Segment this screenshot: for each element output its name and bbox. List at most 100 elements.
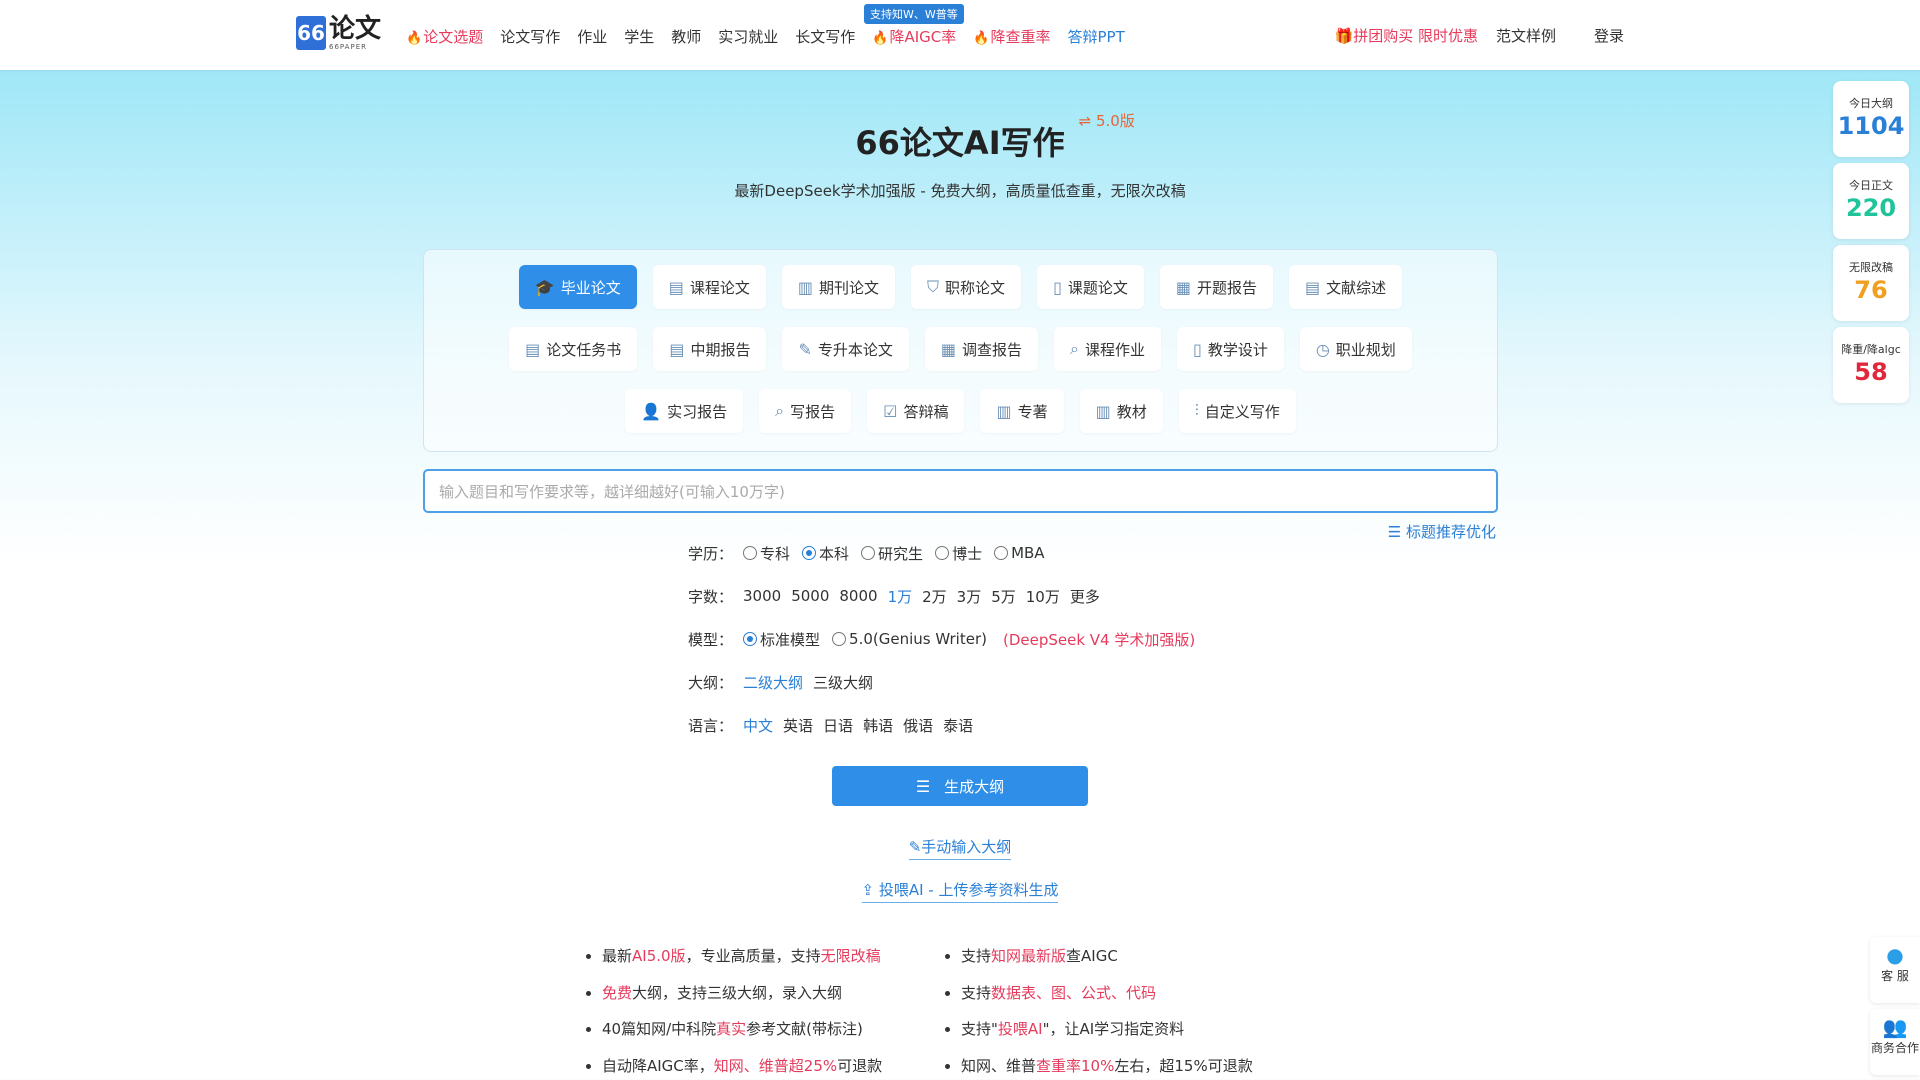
nav-item-9[interactable]: 答辩PPT xyxy=(1067,26,1124,47)
paper-type-button[interactable]: ▤ 论文任务书 xyxy=(509,327,638,371)
floating-buttons: ● 客 服 👥 商务合作 xyxy=(1870,937,1920,1080)
radio-option[interactable]: 本科 xyxy=(802,543,849,564)
nav-item-2[interactable]: 作业 xyxy=(577,26,607,47)
paper-type-button[interactable]: 🎓 毕业论文 xyxy=(518,265,637,309)
paper-type-button[interactable]: ▦ 开题报告 xyxy=(1159,265,1274,309)
flame-icon: 🔥 xyxy=(406,30,423,46)
clipboard-icon: ▤ xyxy=(525,339,541,359)
stat-label: 今日正文 xyxy=(1849,179,1893,192)
paper-type-row: 👤 实习报告 ⌕ 写报告 ☑ 答辩稿 ▥ 专著 ▥ 教材 ⫶ 自定义写作 xyxy=(424,389,1497,433)
page-subtitle: 最新DeepSeek学术加强版 - 免费大纲，高质量低查重，无限次改稿 xyxy=(734,182,1186,200)
paper-type-button[interactable]: ✎ 专升本论文 xyxy=(782,327,909,371)
radio-option[interactable]: 标准模型 xyxy=(743,629,820,650)
nav-item-5[interactable]: 实习就业 xyxy=(718,26,778,47)
stat-card: 降重/降algc 58 xyxy=(1833,327,1909,403)
nav-item-label: 长文写作 xyxy=(795,27,856,46)
paper-type-button[interactable]: ⌕ 课程作业 xyxy=(1054,327,1161,371)
paper-type-button[interactable]: ▤ 文献综述 xyxy=(1289,265,1403,309)
option-chip[interactable]: 二级大纲 xyxy=(743,672,803,693)
bookmark-icon: ▯ xyxy=(1193,339,1202,359)
checklist-icon: ☑ xyxy=(883,401,898,421)
graduation-cap-icon: 🎓 xyxy=(534,277,555,297)
paper-type-button[interactable]: ▥ 专著 xyxy=(980,389,1064,433)
paper-type-button[interactable]: ▯ 课题论文 xyxy=(1037,265,1144,309)
paper-type-label: 课程论文 xyxy=(689,278,750,297)
option-chip[interactable]: 5万 xyxy=(991,586,1016,607)
topic-input[interactable] xyxy=(439,481,1482,501)
stat-value: 1104 xyxy=(1837,112,1905,140)
paper-type-button[interactable]: ▥ 教材 xyxy=(1079,389,1163,433)
nav-item-3[interactable]: 学生 xyxy=(624,26,654,47)
paper-type-button[interactable]: ▤ 中期报告 xyxy=(653,327,767,371)
option-chip[interactable]: 1万 xyxy=(888,586,913,607)
document-icon: ▤ xyxy=(1305,277,1321,297)
paper-type-label: 教学设计 xyxy=(1207,340,1268,359)
option-chip[interactable]: 英语 xyxy=(783,715,813,736)
radio-option[interactable]: MBA xyxy=(994,544,1045,562)
option-chip[interactable]: 更多 xyxy=(1070,586,1100,607)
option-chip[interactable]: 泰语 xyxy=(943,715,973,736)
login-link[interactable]: 登录 xyxy=(1594,25,1624,46)
group-buy-promo-link[interactable]: 🎁拼团购买 限时优惠 xyxy=(1335,25,1478,46)
paper-type-button[interactable]: ⛉ 职称论文 xyxy=(911,265,1022,309)
radio-icon xyxy=(802,546,817,560)
option-label: 大纲： xyxy=(688,673,734,692)
option-chip[interactable]: 2万 xyxy=(922,586,947,607)
page-title: 66论文AI写作 ⇌ 5.0版 xyxy=(855,112,1135,162)
stat-value: 220 xyxy=(1845,194,1897,222)
option-label: 学历： xyxy=(688,544,734,563)
generate-outline-button[interactable]: ☰ 生成大纲 xyxy=(832,766,1088,806)
paper-type-button[interactable]: ⫶ 自定义写作 xyxy=(1178,389,1296,433)
upload-reference-link[interactable]: ⇪ 投喂AI - 上传参考资料生成 xyxy=(861,881,1059,903)
nav-badge: 支持知W、W普等 xyxy=(864,4,964,24)
option-chip[interactable]: 三级大纲 xyxy=(813,672,873,693)
education-options: 学历： 专科 本科 研究生 博士 MBA xyxy=(688,542,1057,564)
nav-item-6[interactable]: 长文写作 xyxy=(795,26,855,47)
option-chip[interactable]: 日语 xyxy=(823,715,853,736)
nav-item-4[interactable]: 教师 xyxy=(671,26,701,47)
nav-item-1[interactable]: 论文写作 xyxy=(500,26,560,47)
radio-label: 5.0(Genius Writer) xyxy=(849,630,987,648)
radio-option[interactable]: 研究生 xyxy=(861,543,923,564)
radio-option[interactable]: 5.0(Genius Writer) xyxy=(832,630,987,648)
title-recommend-link[interactable]: ☰ 标题推荐优化 xyxy=(1388,521,1496,542)
paper-type-button[interactable]: ⌕ 写报告 xyxy=(759,389,852,433)
outline-options: 大纲： 二级大纲 三级大纲 xyxy=(688,671,883,693)
option-chip[interactable]: 俄语 xyxy=(903,715,933,736)
option-chip[interactable]: 10万 xyxy=(1026,586,1060,607)
radio-option[interactable]: 专科 xyxy=(743,543,790,564)
radio-option[interactable]: 博士 xyxy=(935,543,982,564)
paper-type-button[interactable]: 👤 实习报告 xyxy=(625,389,744,433)
option-chip[interactable]: 韩语 xyxy=(863,715,893,736)
nav-item-8[interactable]: 🔥降查重率 xyxy=(973,26,1050,47)
business-cooperation-button[interactable]: 👥 商务合作 xyxy=(1870,1009,1920,1075)
paper-type-button[interactable]: ▯ 教学设计 xyxy=(1177,327,1284,371)
paper-type-button[interactable]: ▤ 课程论文 xyxy=(652,265,766,309)
paper-type-button[interactable]: ▥ 期刊论文 xyxy=(781,265,896,309)
option-chip[interactable]: 8000 xyxy=(839,587,877,605)
site-logo[interactable]: 66 论文 66PAPER xyxy=(296,15,382,51)
feature-item: 知网、维普查重率10%左右，超15%可退款 xyxy=(961,1055,1253,1080)
paper-type-row: ▤ 论文任务书 ▤ 中期报告 ✎ 专升本论文 ▦ 调查报告 ⌕ 课程作业 ▯ 教学设计 ◷ 职业规划 xyxy=(424,327,1497,371)
nav-item-7[interactable]: 🔥降AIGC率 xyxy=(872,26,956,47)
book-icon: ▥ xyxy=(1095,401,1111,421)
option-chip[interactable]: 3万 xyxy=(957,586,982,607)
paper-type-button[interactable]: ◷ 职业规划 xyxy=(1299,327,1412,371)
option-chip[interactable]: 3000 xyxy=(743,587,781,605)
customer-service-button[interactable]: ● 客 服 xyxy=(1870,937,1920,1003)
sample-papers-link[interactable]: 范文样例 xyxy=(1496,25,1556,46)
paper-type-button[interactable]: ▦ 调查报告 xyxy=(924,327,1039,371)
search-doc-icon: ⌕ xyxy=(775,401,785,420)
nav-item-0[interactable]: 🔥论文选题 xyxy=(406,26,483,47)
paper-type-button[interactable]: ☑ 答辩稿 xyxy=(867,389,965,433)
paper-type-label: 调查报告 xyxy=(962,340,1023,359)
manual-outline-link[interactable]: ✎手动输入大纲 xyxy=(908,838,1012,860)
flame-icon: 🔥 xyxy=(973,30,990,46)
feature-item: 支持"投喂AI"，让AI学习指定资料 xyxy=(961,1018,1253,1055)
option-chip[interactable]: 中文 xyxy=(743,715,773,736)
clipboard-icon: ▤ xyxy=(669,339,685,359)
paper-type-label: 课题论文 xyxy=(1067,278,1128,297)
paper-type-label: 职业规划 xyxy=(1335,340,1396,359)
nav-item-label: 论文写作 xyxy=(500,27,561,46)
option-chip[interactable]: 5000 xyxy=(791,587,829,605)
